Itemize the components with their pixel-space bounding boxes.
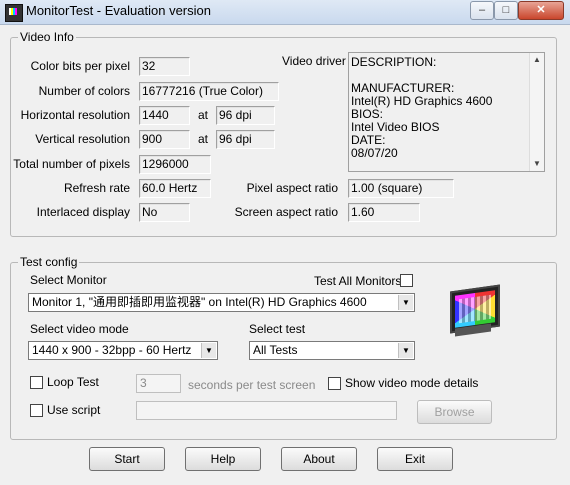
chevron-down-icon[interactable]: ▼ [201,343,216,358]
pixel-aspect-label: Pixel aspect ratio [246,181,338,195]
h-res-label: Horizontal resolution [20,108,130,122]
driver-line: DESCRIPTION: [351,55,437,69]
driver-line: 08/07/20 [351,146,398,160]
v-res-value: 900 [139,130,190,149]
pixel-aspect-value: 1.00 (square) [348,179,454,198]
seconds-label: seconds per test screen [188,378,316,392]
h-at-label: at [198,108,209,122]
chevron-down-icon[interactable]: ▼ [398,343,413,358]
monitor-select[interactable]: Monitor 1, "通用即插即用监视器" on Intel(R) HD Gr… [28,293,415,312]
exit-button[interactable]: Exit [377,447,453,471]
test-all-monitors-label: Test All Monitors [314,274,402,288]
v-at-label: at [198,132,209,146]
v-dpi-value: 96 dpi [216,130,275,149]
browse-button[interactable]: Browse [417,400,492,424]
script-path-input[interactable] [136,401,397,420]
scroll-up-icon[interactable]: ▲ [530,53,544,67]
help-button[interactable]: Help [185,447,261,471]
loop-test-checkbox[interactable] [30,376,43,389]
maximize-button[interactable]: □ [494,1,518,20]
seconds-input[interactable]: 3 [136,374,181,393]
refresh-value: 60.0 Hertz [139,179,211,198]
total-pixels-label: Total number of pixels [13,157,130,171]
start-button[interactable]: Start [89,447,165,471]
total-pixels-value: 1296000 [139,155,211,174]
chevron-down-icon[interactable]: ▼ [398,295,413,310]
driver-text: DESCRIPTION: MANUFACTURER: Intel(R) HD G… [351,56,521,160]
minimize-button[interactable]: – [470,1,494,20]
color-bits-label: Color bits per pixel [30,59,130,73]
app-icon [5,4,23,22]
test-select-value: All Tests [253,343,298,357]
interlaced-value: No [139,203,190,222]
select-video-mode-label: Select video mode [30,322,129,336]
show-details-label[interactable]: Show video mode details [345,376,478,390]
video-mode-value: 1440 x 900 - 32bpp - 60 Hertz [32,343,192,357]
scroll-down-icon[interactable]: ▼ [530,157,544,171]
screen-aspect-label: Screen aspect ratio [234,205,338,219]
test-all-monitors-checkbox[interactable] [400,274,413,287]
select-test-label: Select test [249,322,306,336]
close-button[interactable]: ✕ [518,1,564,20]
title-bar: MonitorTest - Evaluation version – □ ✕ [0,0,570,25]
num-colors-label: Number of colors [38,84,130,98]
use-script-checkbox[interactable] [30,404,43,417]
test-select[interactable]: All Tests ▼ [249,341,415,360]
h-res-value: 1440 [139,106,190,125]
driver-scrollbar[interactable]: ▲ ▼ [529,53,544,171]
num-colors-value: 16777216 (True Color) [139,82,279,101]
refresh-label: Refresh rate [63,181,130,195]
test-config-legend: Test config [18,255,80,269]
v-res-label: Vertical resolution [35,132,130,146]
video-driver-box[interactable]: DESCRIPTION: MANUFACTURER: Intel(R) HD G… [348,52,545,172]
interlaced-label: Interlaced display [36,205,130,219]
monitor-select-value: Monitor 1, "通用即插即用监视器" on Intel(R) HD Gr… [32,295,367,309]
window-title: MonitorTest - Evaluation version [26,3,211,18]
h-dpi-value: 96 dpi [216,106,275,125]
video-driver-label: Video driver [282,54,346,68]
screen-aspect-value: 1.60 [348,203,420,222]
select-monitor-label: Select Monitor [30,273,107,287]
loop-test-label[interactable]: Loop Test [47,375,99,389]
video-mode-select[interactable]: 1440 x 900 - 32bpp - 60 Hertz ▼ [28,341,218,360]
show-details-checkbox[interactable] [328,377,341,390]
color-bits-value: 32 [139,57,190,76]
about-button[interactable]: About [281,447,357,471]
video-info-legend: Video Info [18,30,76,44]
use-script-label[interactable]: Use script [47,403,100,417]
